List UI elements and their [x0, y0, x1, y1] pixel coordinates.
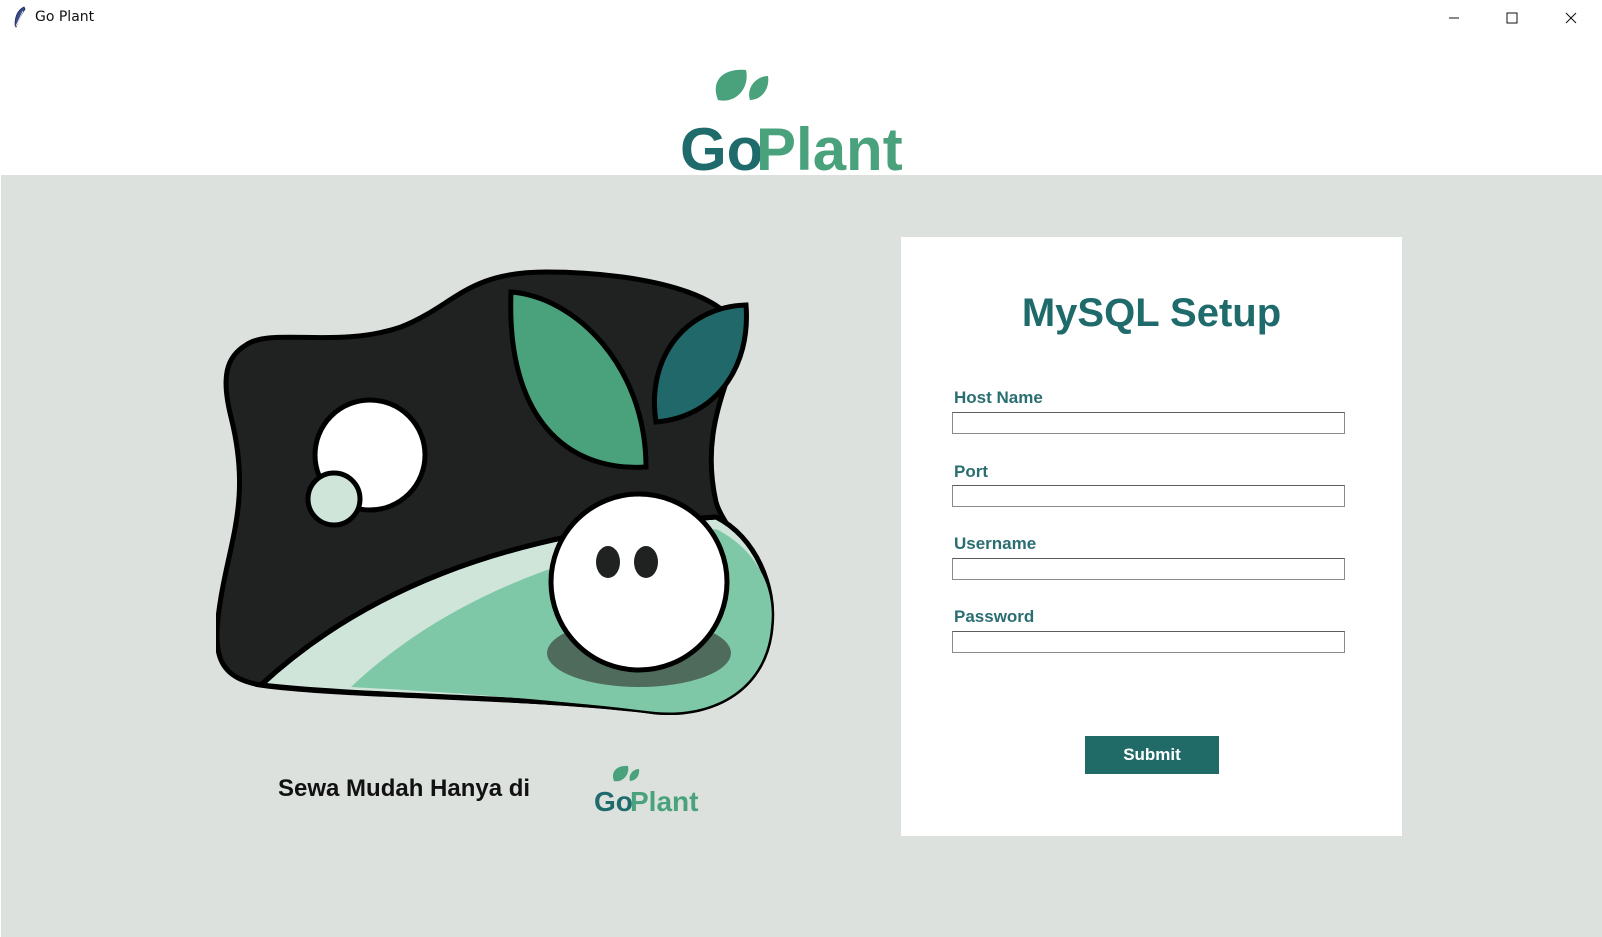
- username-label: Username: [954, 534, 1037, 553]
- feather-icon: [14, 6, 26, 28]
- logo-small-text-go: Go: [594, 786, 633, 815]
- app-window: Go Plant Go Plant Sewa Mudah Hanya di Go…: [0, 0, 1602, 937]
- minimize-button[interactable]: [1425, 0, 1483, 36]
- password-label: Password: [954, 607, 1035, 626]
- host-name-label: Host Name: [954, 388, 1043, 407]
- port-input[interactable]: [952, 485, 1345, 507]
- main-area: Sewa Mudah Hanya di Go Plant MySQL Setup…: [1, 175, 1602, 937]
- password-input[interactable]: [952, 631, 1345, 653]
- submit-button[interactable]: Submit: [1085, 736, 1219, 774]
- header: Go Plant: [0, 36, 1602, 176]
- logo-text-plant: Plant: [756, 116, 903, 176]
- goplant-logo-small: Go Plant: [594, 765, 698, 815]
- logo-text-go: Go: [680, 116, 763, 176]
- tagline: Sewa Mudah Hanya di: [278, 775, 531, 802]
- window-title: Go Plant: [35, 9, 95, 25]
- minimize-icon: [1449, 17, 1459, 19]
- goplant-logo: Go Plant: [680, 69, 903, 176]
- close-icon: [1565, 12, 1577, 24]
- title-bar[interactable]: Go Plant: [0, 0, 1602, 36]
- logo-small-text-plant: Plant: [630, 786, 698, 815]
- host-name-input[interactable]: [952, 412, 1345, 434]
- maximize-button[interactable]: [1483, 0, 1541, 36]
- username-input[interactable]: [952, 558, 1345, 580]
- form-title: MySQL Setup: [1021, 291, 1282, 335]
- port-label: Port: [954, 462, 988, 481]
- mysql-setup-card: MySQL Setup Host Name Port Username Pass…: [901, 237, 1402, 836]
- close-button[interactable]: [1542, 0, 1600, 36]
- maximize-icon: [1506, 12, 1518, 24]
- plant-mascot-illustration: [216, 269, 775, 716]
